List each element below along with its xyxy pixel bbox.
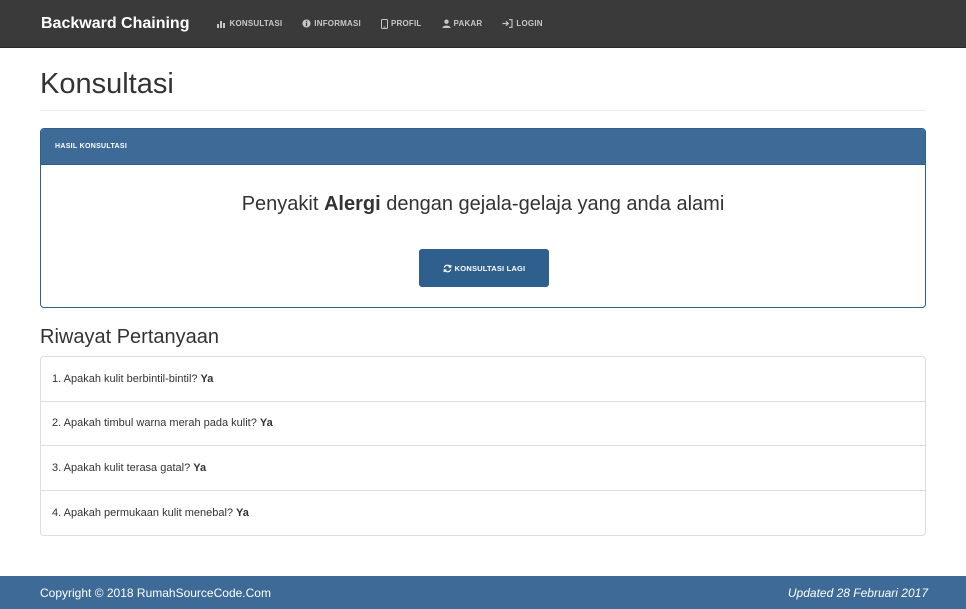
nav-item-label: KONSULTASI [229,19,283,28]
answer-text: Ya [200,372,214,385]
user-icon [441,19,451,28]
result-panel: HASIL KONSULTASI Penyakit Alergi dengan … [40,128,926,308]
nav-item-label: INFORMASI [314,19,361,28]
result-suffix: dengan gejala-gelaja yang anda alami [386,193,725,215]
list-item: 3. Apakah kulit terasa gatal? Ya [41,446,925,491]
phone-icon [380,18,388,29]
panel-heading: HASIL KONSULTASI [41,129,925,165]
info-circle-icon [302,19,311,28]
navbar: Backward Chaining KONSULTASI INFORMASI P… [0,0,966,48]
answer-text: Ya [259,417,273,430]
nav-item-login[interactable]: LOGIN [502,19,543,28]
page-title: Konsultasi [40,68,174,100]
question-text: 2. Apakah timbul warna merah pada kulit? [52,417,257,430]
nav-item-label: PAKAR [453,19,483,28]
question-text: 4. Apakah permukaan kulit menebal? [52,506,234,519]
copyright-text: Copyright © 2018 RumahSourceCode.Com [40,585,271,600]
brand-link[interactable]: Backward Chaining [41,15,189,33]
login-icon [502,19,513,28]
bar-chart-icon [217,20,226,28]
list-item: 1. Apakah kulit berbintil-bintil? Ya [41,357,925,402]
result-text: Penyakit Alergi dengan gejala-gelaja yan… [41,193,925,216]
history-list: 1. Apakah kulit berbintil-bintil? Ya 2. … [40,356,926,536]
answer-text: Ya [193,461,207,474]
disease-name: Alergi [323,193,381,215]
result-prefix: Penyakit [241,193,319,215]
refresh-icon [443,264,452,273]
title-divider [40,110,926,111]
updated-text: Updated 28 Februari 2017 [787,585,928,600]
nav-item-pakar[interactable]: PAKAR [441,19,483,28]
button-label: KONSULTASI LAGI [454,263,526,273]
footer: Copyright © 2018 RumahSourceCode.Com Upd… [0,576,966,609]
nav-item-label: PROFIL [390,19,422,28]
nav-item-label: LOGIN [516,19,543,28]
question-text: 3. Apakah kulit terasa gatal? [52,461,191,474]
nav-item-profil[interactable]: PROFIL [380,18,422,29]
question-text: 1. Apakah kulit berbintil-bintil? [52,372,198,385]
konsultasi-lagi-button[interactable]: KONSULTASI LAGI [419,249,549,287]
list-item: 2. Apakah timbul warna merah pada kulit?… [41,402,925,446]
answer-text: Ya [236,506,249,519]
list-item: 4. Apakah permukaan kulit menebal? Ya [41,491,925,536]
nav-item-konsultasi[interactable]: KONSULTASI [217,19,282,28]
nav-item-informasi[interactable]: INFORMASI [302,19,361,28]
history-title: Riwayat Pertanyaan [40,326,219,348]
